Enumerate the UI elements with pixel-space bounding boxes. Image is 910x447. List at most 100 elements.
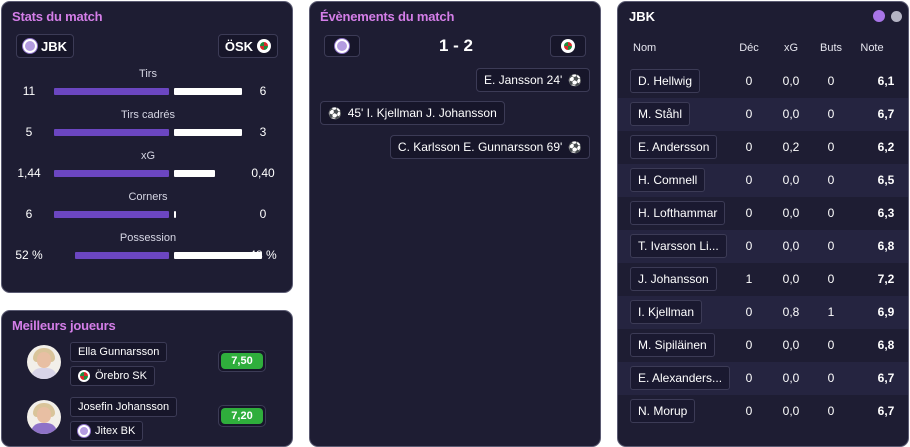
cell-buts: 0 <box>827 74 835 88</box>
table-row[interactable]: J. Johansson 1 0,0 0 7,2 <box>618 263 908 296</box>
player-name-chip[interactable]: T. Ivarsson Li... <box>630 234 727 258</box>
ratings-team-title: JBK <box>629 9 656 24</box>
cell-xg: 0,0 <box>782 371 800 385</box>
top-player-row[interactable]: Josefin Johansson Jitex BK 7,20 <box>2 397 292 446</box>
table-row[interactable]: T. Ivarsson Li... 0 0,0 0 6,8 <box>618 230 908 263</box>
table-row[interactable]: M. Ståhl 0 0,0 0 6,7 <box>618 98 908 131</box>
stat-away-bar-track <box>174 211 242 218</box>
player-name-chip[interactable]: M. Sipiläinen <box>630 333 715 357</box>
stat-away-value: 48 % <box>249 248 277 262</box>
avatar-shirt <box>31 368 57 379</box>
avatar-face <box>37 352 51 368</box>
stat-home-value: 52 % <box>15 248 43 262</box>
match-event[interactable]: ⚽ 45' I. Kjellman J. Johansson <box>320 101 505 125</box>
cell-xg: 0,0 <box>782 173 800 187</box>
stat-home-bar-track <box>54 170 169 177</box>
table-row[interactable]: D. Hellwig 0 0,0 0 6,1 <box>618 65 908 98</box>
cell-note: 6,8 <box>877 239 895 253</box>
home-team-name: JBK <box>41 38 68 54</box>
player-club-name: Jitex BK <box>95 425 136 437</box>
stat-away-bar-track <box>174 170 242 177</box>
player-name-chip[interactable]: M. Ståhl <box>630 102 691 126</box>
cell-note: 6,2 <box>877 140 895 154</box>
table-row[interactable]: M. Sipiläinen 0 0,0 0 6,8 <box>618 329 908 362</box>
stat-label: Corners <box>128 191 168 203</box>
stat-home-bar-track <box>54 252 169 259</box>
cell-note: 6,1 <box>877 74 895 88</box>
page-dot-inactive[interactable] <box>891 11 902 22</box>
table-row[interactable]: E. Alexanders... 0 0,0 0 6,7 <box>618 362 908 395</box>
stat-away-bar-track <box>174 129 242 136</box>
cell-dec: 0 <box>745 140 753 154</box>
player-club[interactable]: Örebro SK <box>70 366 155 386</box>
cell-buts: 0 <box>827 206 835 220</box>
player-name-chip[interactable]: E. Alexanders... <box>630 366 731 390</box>
table-row[interactable]: E. Andersson 0 0,2 0 6,2 <box>618 131 908 164</box>
stat-row: Tirs cadrés 5 3 <box>2 109 292 147</box>
player-club[interactable]: Jitex BK <box>70 421 144 441</box>
page-dot-active[interactable] <box>873 10 885 22</box>
stat-away-value: 0,40 <box>251 166 275 180</box>
player-name-chip[interactable]: J. Johansson <box>630 267 717 291</box>
cell-buts: 0 <box>827 338 835 352</box>
column-header-dec[interactable]: Déc <box>734 42 764 54</box>
cell-dec: 0 <box>745 107 753 121</box>
cell-dec: 0 <box>745 305 753 319</box>
osk-crest-icon <box>257 39 271 53</box>
cell-note: 7,2 <box>877 272 895 286</box>
player-name-chip[interactable]: H. Comnell <box>630 168 706 192</box>
match-event[interactable]: E. Jansson 24' ⚽ <box>475 68 590 92</box>
cell-buts: 0 <box>827 404 835 418</box>
match-event-text: E. Jansson 24' <box>483 73 563 87</box>
table-header: Nom Déc xG Buts Note <box>618 42 908 58</box>
player-name-chip[interactable]: H. Lofthammar <box>630 201 726 225</box>
home-team-chip[interactable]: JBK <box>16 34 75 58</box>
player-name-chip[interactable]: N. Morup <box>630 399 696 423</box>
table-row[interactable]: N. Morup 0 0,0 0 6,7 <box>618 395 908 428</box>
stat-row: Tirs 11 6 <box>2 68 292 106</box>
player-name-chip[interactable]: D. Hellwig <box>630 69 701 93</box>
stat-away-bar <box>174 170 215 177</box>
table-row[interactable]: H. Lofthammar 0 0,0 0 6,3 <box>618 197 908 230</box>
stat-home-bar <box>54 129 169 136</box>
cell-dec: 0 <box>745 206 753 220</box>
table-row[interactable]: I. Kjellman 0 0,8 1 6,9 <box>618 296 908 329</box>
jbk-crest-icon <box>78 425 90 437</box>
top-players-title: Meilleurs joueurs <box>12 318 116 333</box>
osk-crest-icon <box>78 370 90 382</box>
cell-buts: 0 <box>827 371 835 385</box>
player-name[interactable]: Josefin Johansson <box>70 397 178 417</box>
player-name-chip[interactable]: I. Kjellman <box>630 300 703 324</box>
stat-away-bar-track <box>174 88 242 95</box>
cell-buts: 0 <box>827 272 835 286</box>
cell-note: 6,7 <box>877 107 895 121</box>
match-stats-title: Stats du match <box>12 9 103 24</box>
away-team-chip[interactable]: ÖSK <box>217 34 278 58</box>
match-event[interactable]: C. Karlsson E. Gunnarsson 69' ⚽ <box>389 135 590 159</box>
table-row[interactable]: H. Comnell 0 0,0 0 6,5 <box>618 164 908 197</box>
column-header-buts[interactable]: Buts <box>815 42 847 54</box>
cell-xg: 0,0 <box>782 404 800 418</box>
player-rating-badge: 7,20 <box>218 405 266 427</box>
cell-xg: 0,0 <box>782 74 800 88</box>
player-name-chip[interactable]: E. Andersson <box>630 135 718 159</box>
avatar-shirt <box>31 423 57 434</box>
cell-note: 6,7 <box>877 371 895 385</box>
top-player-row[interactable]: Ella Gunnarsson Örebro SK 7,50 <box>2 342 292 393</box>
cell-buts: 0 <box>827 107 835 121</box>
player-name[interactable]: Ella Gunnarsson <box>70 342 168 362</box>
stat-label: Possession <box>119 232 177 244</box>
stat-away-value: 6 <box>259 84 267 98</box>
stat-label: Tirs <box>139 68 157 80</box>
column-header-note[interactable]: Note <box>855 42 889 54</box>
match-event-text: 45' I. Kjellman J. Johansson <box>347 106 497 120</box>
cell-xg: 0,0 <box>782 107 800 121</box>
cell-note: 6,9 <box>877 305 895 319</box>
column-header-xg[interactable]: xG <box>776 42 806 54</box>
match-events-panel: Évènements du match 1 - 2 E. Jansson 24'… <box>309 1 601 447</box>
stat-home-value: 5 <box>25 125 33 139</box>
stat-away-bar <box>174 211 177 218</box>
away-team-badge[interactable] <box>550 35 586 57</box>
column-header-name[interactable]: Nom <box>633 42 656 54</box>
avatar-face <box>37 407 51 423</box>
